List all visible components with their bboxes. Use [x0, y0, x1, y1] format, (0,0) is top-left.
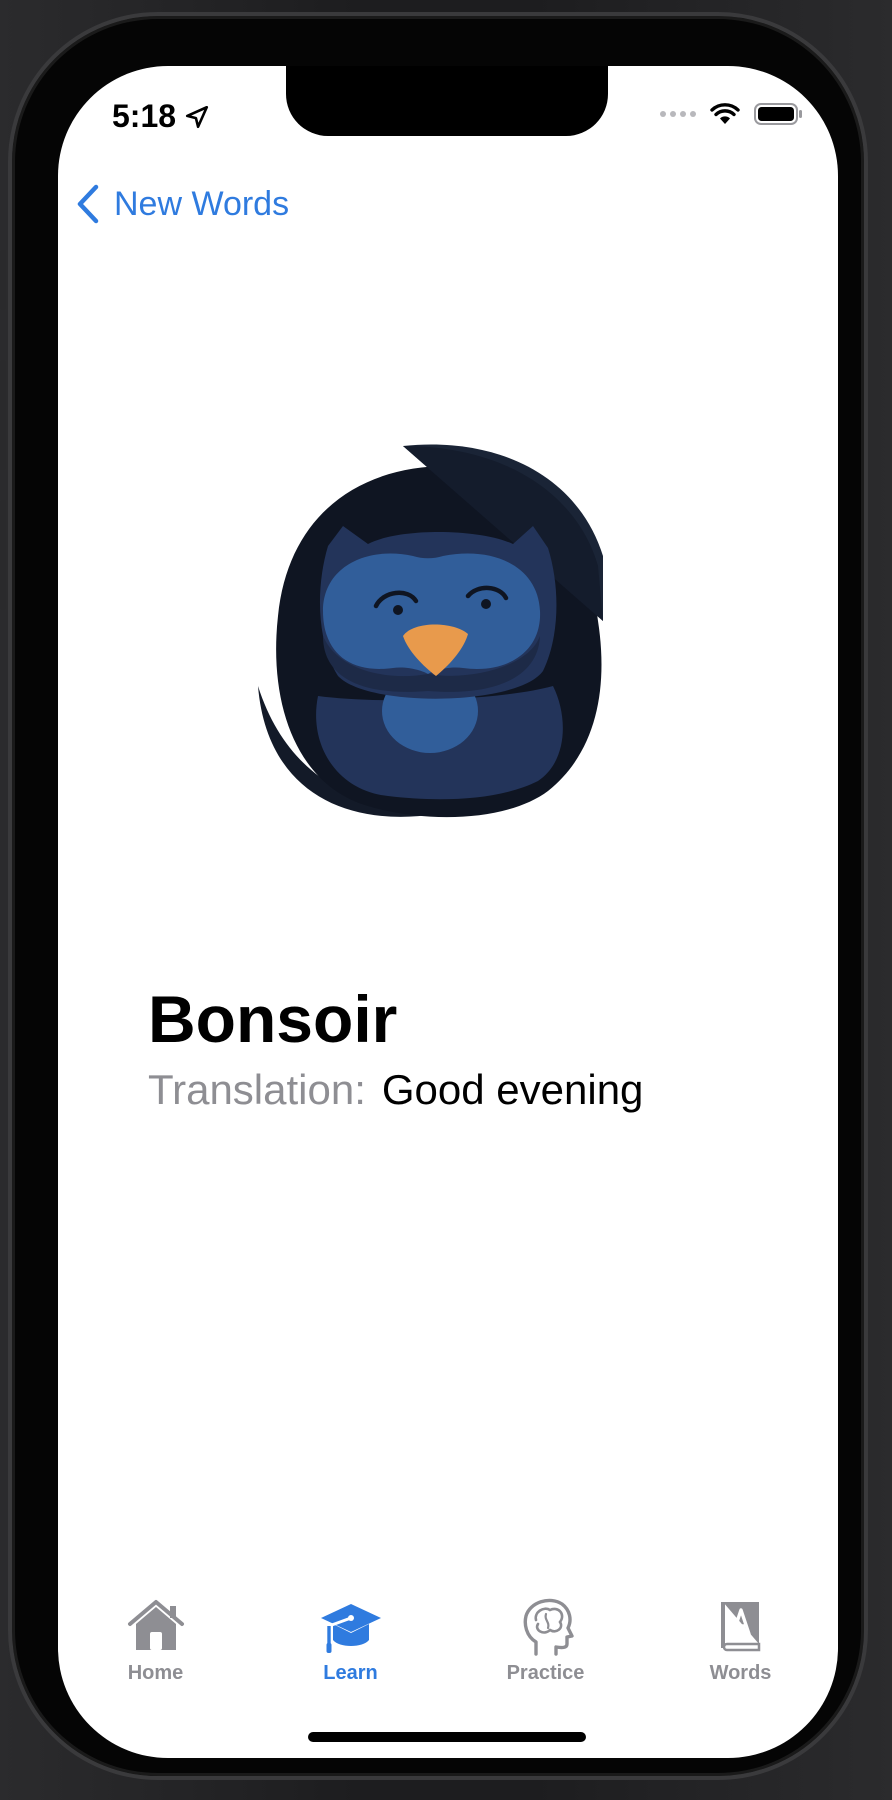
back-button[interactable]: New Words [74, 184, 289, 224]
tab-words-label: Words [709, 1662, 772, 1684]
time-label: 5:18 [112, 98, 177, 134]
app-screen: 5:18 New Words Bonsoir Translation: Good… [58, 66, 838, 1758]
side-button-left-1 [0, 250, 6, 310]
tab-learn-label: Learn [323, 1662, 378, 1684]
dictionary-book-icon [720, 1602, 760, 1652]
notch [286, 66, 608, 136]
word-card: Bonsoir Translation: Good evening [148, 986, 643, 1114]
tab-practice[interactable]: Practice [448, 1594, 643, 1714]
home-indicator [308, 1732, 586, 1742]
tab-practice-label: Practice [506, 1662, 585, 1684]
house-icon [127, 1600, 184, 1650]
brain-head-icon [523, 1598, 574, 1656]
battery-icon [754, 103, 802, 125]
tab-words[interactable]: Words [643, 1594, 838, 1714]
owl-mascot-icon [258, 444, 603, 818]
status-indicators [660, 102, 804, 126]
translation-value: Good evening [381, 1066, 644, 1113]
graduation-cap-icon [320, 1604, 381, 1653]
status-time: 5:18 [112, 98, 210, 135]
side-button-left-3 [0, 500, 6, 610]
tab-learn[interactable]: Learn [253, 1594, 448, 1714]
signal-dots-icon [660, 111, 696, 117]
location-arrow-icon [185, 105, 209, 128]
tab-home-label: Home [127, 1662, 184, 1684]
back-button-label: New Words [114, 184, 290, 223]
wifi-icon [710, 103, 740, 124]
phone-frame: 5:18 New Words Bonsoir Translation: Good… [8, 12, 868, 1780]
side-button-left-2 [0, 360, 6, 470]
translation-label: Translation: [148, 1066, 366, 1113]
chevron-left-icon [77, 184, 99, 224]
tab-home[interactable]: Home [58, 1594, 253, 1714]
word-title: Bonsoir [148, 982, 398, 1056]
tab-bar: Home Learn Practice Words [58, 1594, 838, 1714]
translation-row: Translation: Good evening [148, 1066, 643, 1114]
